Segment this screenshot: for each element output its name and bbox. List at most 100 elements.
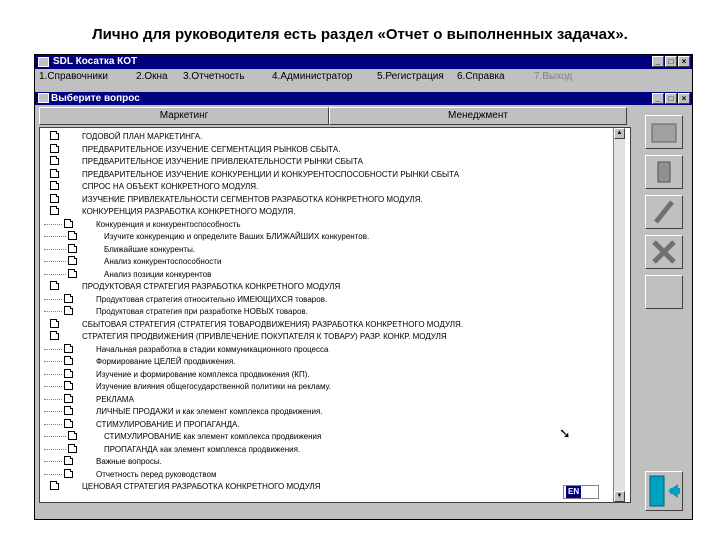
dialog-titlebar: Выберите вопрос _ □ × <box>35 92 692 105</box>
menu-item-exit[interactable]: 7.Выход <box>534 71 572 82</box>
folder-icon <box>50 206 59 215</box>
delete-icon <box>652 240 676 264</box>
tree-item[interactable]: Конкуренция и конкурентоспособность <box>40 218 615 230</box>
window-close-icon[interactable]: × <box>678 56 690 67</box>
tree-item-label: СТРАТЕГИЯ ПРОДВИЖЕНИЯ (ПРИВЛЕЧЕНИЕ ПОКУП… <box>82 332 447 341</box>
menu-item-registration[interactable]: 5.Регистрация <box>377 71 444 82</box>
tree-item-label: Ближайшие конкуренты. <box>104 244 196 254</box>
tab-strip: Маркетинг Менеджмент <box>39 107 627 125</box>
folder-icon <box>50 318 59 328</box>
tree-item[interactable]: ПРЕДВАРИТЕЛЬНОЕ ИЗУЧЕНИЕ СЕГМЕНТАЦИЯ РЫН… <box>40 143 615 155</box>
folder-icon <box>64 456 73 465</box>
tree-item[interactable]: Важные вопросы. <box>40 456 615 467</box>
tree-item[interactable]: Анализ позиции конкурентов <box>40 268 615 280</box>
folder-icon <box>68 256 77 265</box>
folder-icon <box>64 418 73 428</box>
dialog-icon <box>38 93 49 103</box>
window-minimize-icon[interactable]: _ <box>652 56 664 67</box>
tree-item-label: КОНКУРЕНЦИЯ РАЗРАБОТКА КОНКРЕТНОГО МОДУЛ… <box>82 207 296 216</box>
tree-item[interactable]: ЛИЧНЫЕ ПРОДАЖИ и как элемент комплекса п… <box>40 406 615 417</box>
tree-item[interactable]: СТИМУЛИРОВАНИЕ как элемент комплекса про… <box>40 431 615 442</box>
tree-item[interactable]: СТИМУЛИРОВАНИЕ И ПРОПАГАНДА. <box>40 418 615 430</box>
tree-scrollbar[interactable]: ▲ ▼ <box>613 128 625 502</box>
window-maximize-icon[interactable]: □ <box>665 56 677 67</box>
tree-connector <box>44 461 62 462</box>
menu-item-reports[interactable]: 3.Отчетность <box>183 71 245 82</box>
menu-item-admin[interactable]: 4.Администратор <box>272 71 353 82</box>
tree-item[interactable]: ГОДОВОЙ ПЛАН МАРКЕТИНГА. <box>40 131 615 142</box>
tree-item[interactable]: Ближайшие конкуренты. <box>40 243 615 255</box>
menu-item-windows[interactable]: 2.Окна <box>136 71 168 82</box>
tree-item[interactable]: ПРЕДВАРИТЕЛЬНОЕ ИЗУЧЕНИЕ КОНКУРЕНЦИИ И К… <box>40 168 615 180</box>
tree-item[interactable]: КОНКУРЕНЦИЯ РАЗРАБОТКА КОНКРЕТНОГО МОДУЛ… <box>40 206 615 217</box>
folder-icon <box>64 393 73 403</box>
folder-icon <box>50 156 59 165</box>
edit-button[interactable] <box>645 195 683 229</box>
tree-connector <box>44 236 66 237</box>
scroll-up-icon[interactable]: ▲ <box>614 128 625 139</box>
tree-item[interactable]: Анализ конкурентоспособности <box>40 256 615 267</box>
tree-connector <box>44 298 62 300</box>
tree-item-label: Продуктовая стратегия при разработке НОВ… <box>96 307 308 316</box>
tree-item[interactable]: Продуктовая стратегия при разработке НОВ… <box>40 306 615 317</box>
open-button[interactable] <box>645 115 683 149</box>
tree-connector <box>44 448 66 450</box>
delete-button[interactable] <box>645 235 683 269</box>
folder-icon <box>50 331 59 340</box>
tree-item[interactable]: РЕКЛАМА <box>40 393 615 405</box>
window-maximize-icon[interactable]: □ <box>665 93 677 104</box>
menu-item-reference[interactable]: 1.Справочники <box>39 71 108 82</box>
window-minimize-icon[interactable]: _ <box>652 93 664 104</box>
tree-connector <box>44 361 62 362</box>
window-close-icon[interactable]: × <box>678 93 690 104</box>
scroll-down-icon[interactable]: ▼ <box>614 491 625 502</box>
language-indicator[interactable]: EN <box>563 485 599 499</box>
tree-item[interactable]: Отчетность перед руководством <box>40 468 615 480</box>
tree-item-label: СПРОС НА ОБЪЕКТ КОНКРЕТНОГО МОДУЛЯ. <box>82 182 259 191</box>
folder-icon <box>50 193 59 203</box>
folder-icon <box>50 181 59 190</box>
blank-button[interactable] <box>645 275 683 309</box>
view-button[interactable] <box>645 155 683 189</box>
folder-icon <box>651 123 677 143</box>
folder-icon <box>68 443 77 453</box>
folder-icon <box>64 356 73 365</box>
tree-item[interactable]: СПРОС НА ОБЪЕКТ КОНКРЕТНОГО МОДУЛЯ. <box>40 181 615 192</box>
tab-management[interactable]: Менеджмент <box>329 107 627 125</box>
tree-item-label: СБЫТОВАЯ СТРАТЕГИЯ (СТРАТЕГИЯ ТОВАРОДВИЖ… <box>82 319 464 329</box>
tree-item-label: ПРОДУКТОВАЯ СТРАТЕГИЯ РАЗРАБОТКА КОНКРЕТ… <box>82 282 341 291</box>
folder-icon <box>64 343 73 353</box>
tree-item[interactable]: Формирование ЦЕЛЕЙ продвижения. <box>40 356 615 367</box>
tree-connector <box>44 311 62 312</box>
tree-item[interactable]: Начальная разработка в стадии коммуникац… <box>40 343 615 355</box>
tree-item-label: Конкуренция и конкурентоспособность <box>96 219 241 229</box>
menu-item-help[interactable]: 6.Справка <box>457 71 505 82</box>
tree-item[interactable]: ИЗУЧЕНИЕ ПРИВЛЕКАТЕЛЬНОСТИ СЕГМЕНТОВ РАЗ… <box>40 193 615 205</box>
pencil-icon <box>654 200 674 224</box>
folder-icon <box>50 143 59 153</box>
tree-item-label: СТИМУЛИРОВАНИЕ как элемент комплекса про… <box>104 432 322 441</box>
tree-connector <box>44 411 62 412</box>
tree-item[interactable]: Продуктовая стратегия относительно ИМЕЮЩ… <box>40 293 615 305</box>
tree-item[interactable]: ПРОДУКТОВАЯ СТРАТЕГИЯ РАЗРАБОТКА КОНКРЕТ… <box>40 281 615 292</box>
tree-item[interactable]: СТРАТЕГИЯ ПРОДВИЖЕНИЯ (ПРИВЛЕЧЕНИЕ ПОКУП… <box>40 331 615 342</box>
tab-marketing[interactable]: Маркетинг <box>39 107 329 125</box>
tree-item-label: Изучите конкуренцию и определите Ваших Б… <box>104 232 370 241</box>
tree-item[interactable]: СБЫТОВАЯ СТРАТЕГИЯ (СТРАТЕГИЯ ТОВАРОДВИЖ… <box>40 318 615 330</box>
tree-connector <box>44 423 62 425</box>
tree-item[interactable]: ЦЕНОВАЯ СТРАТЕГИЯ РАЗРАБОТКА КОНКРЕТНОГО… <box>40 481 615 492</box>
exit-button[interactable] <box>645 471 683 511</box>
tree-item[interactable]: ПРОПАГАНДА как элемент комплекса продвиж… <box>40 443 615 455</box>
tree-item[interactable]: Изучение и формирование комплекса продви… <box>40 368 615 380</box>
tree-item-label: ПРЕДВАРИТЕЛЬНОЕ ИЗУЧЕНИЕ КОНКУРЕНЦИИ И К… <box>82 169 460 179</box>
folder-icon <box>68 231 77 240</box>
folder-icon <box>64 218 73 228</box>
tree-item[interactable]: Изучение влияния общегосударственной пол… <box>40 381 615 392</box>
tree-item[interactable]: Изучите конкуренцию и определите Ваших Б… <box>40 231 615 242</box>
mouse-cursor-icon: ➘ <box>559 425 571 441</box>
folder-icon <box>50 131 59 140</box>
dialog-title: Выберите вопрос <box>51 93 140 104</box>
tree-item-label: Изучение влияния общегосударственной пол… <box>96 382 331 391</box>
folder-icon <box>68 268 77 278</box>
tree-item[interactable]: ПРЕДВАРИТЕЛЬНОЕ ИЗУЧЕНИЕ ПРИВЛЕКАТЕЛЬНОС… <box>40 156 615 167</box>
